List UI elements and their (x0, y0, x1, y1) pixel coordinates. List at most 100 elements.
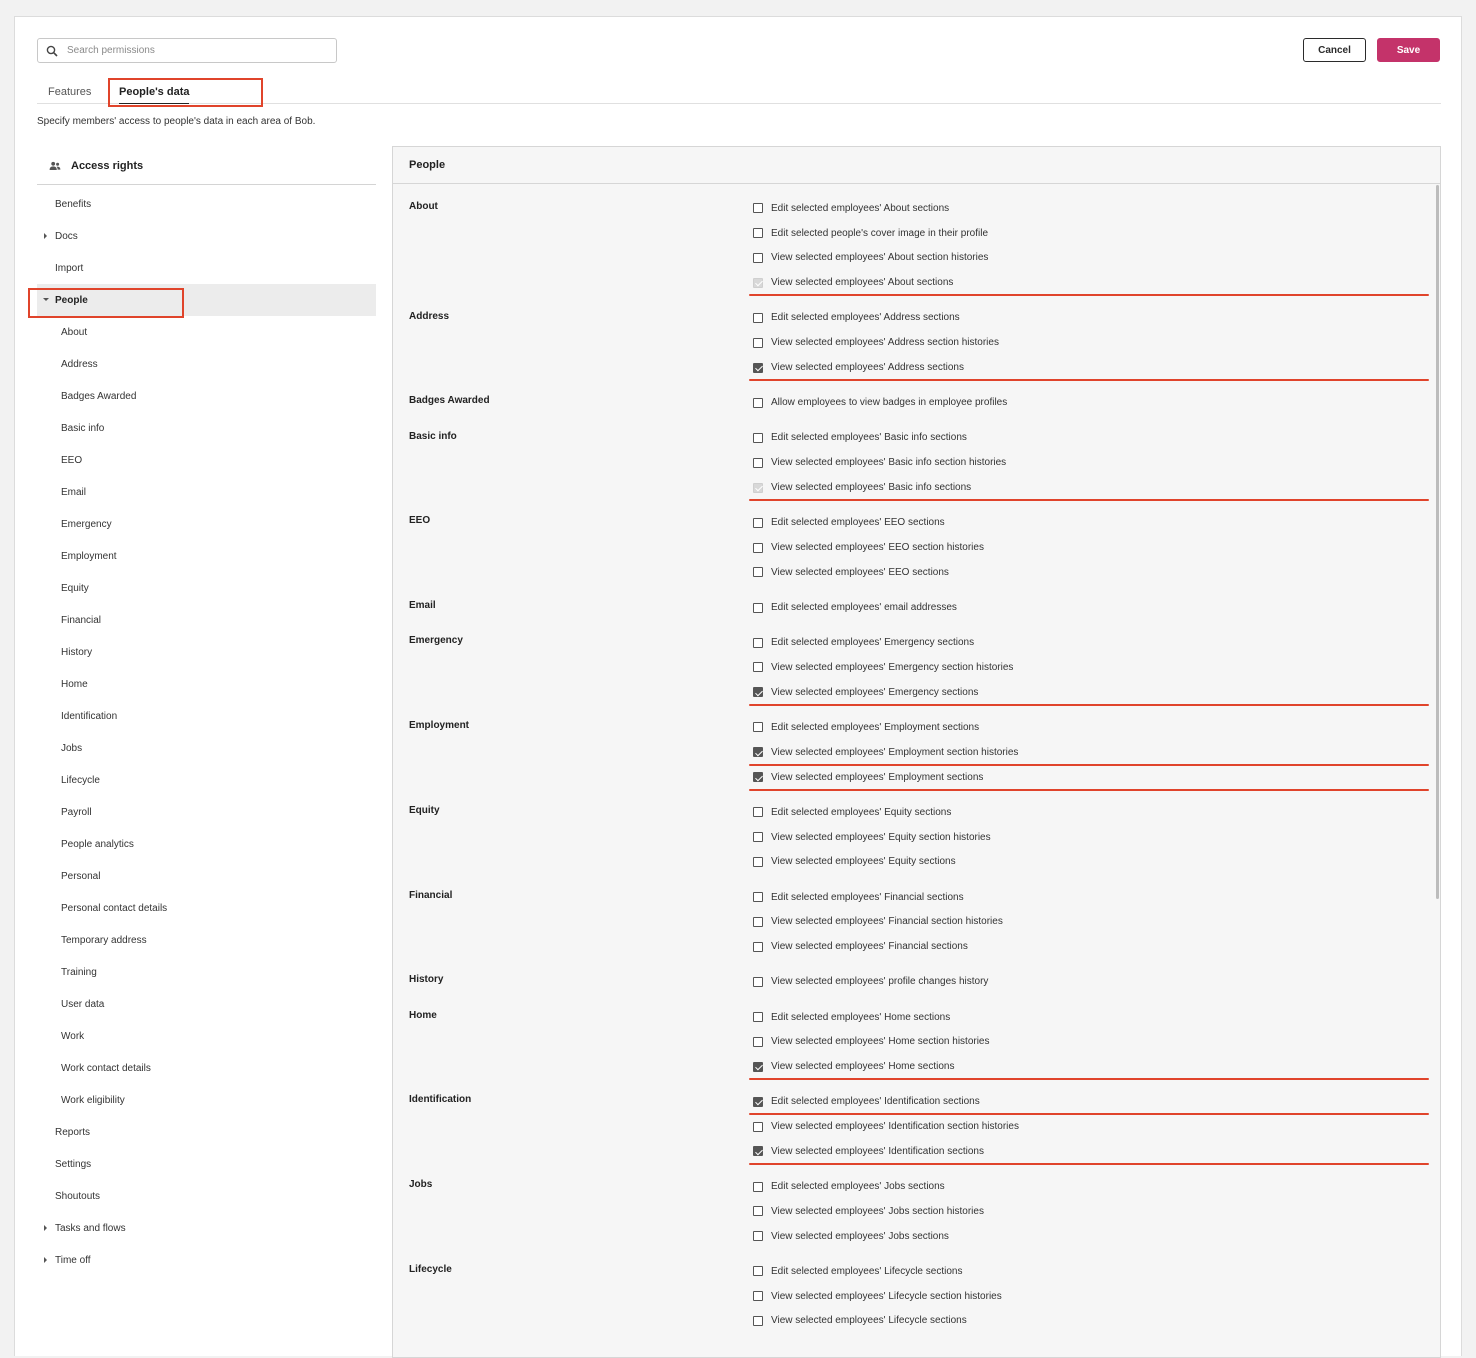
panel-scrollbar[interactable] (1436, 185, 1439, 899)
permission-option[interactable]: Edit selected employees' Financial secti… (753, 885, 1440, 910)
permission-checkbox[interactable] (753, 432, 763, 443)
permission-option[interactable]: View selected employees' Employment sect… (749, 765, 1440, 791)
permission-option[interactable]: Edit selected employees' Home sections (753, 1005, 1440, 1030)
permission-checkbox[interactable] (753, 1121, 763, 1132)
permission-option[interactable]: Edit selected employees' EEO sections (753, 510, 1440, 535)
permission-option[interactable]: View selected employees' Address section… (749, 355, 1440, 382)
permission-checkbox[interactable] (753, 856, 763, 867)
permission-option[interactable]: Edit selected employees' About sections (753, 196, 1440, 221)
permission-option[interactable]: View selected employees' Home section hi… (753, 1029, 1440, 1054)
permission-checkbox[interactable] (753, 1061, 763, 1072)
permission-checkbox[interactable] (753, 1315, 763, 1326)
sidebar-item-about[interactable]: About (37, 316, 376, 348)
permission-checkbox[interactable] (753, 1291, 763, 1302)
caret-right-icon[interactable] (44, 1225, 47, 1231)
sidebar-item-address[interactable]: Address (37, 348, 376, 380)
save-button[interactable]: Save (1377, 38, 1440, 62)
permission-checkbox[interactable] (753, 252, 763, 263)
sidebar-item-user-data[interactable]: User data (37, 988, 376, 1020)
permission-checkbox[interactable] (753, 976, 763, 987)
permission-option[interactable]: View selected employees' Identification … (749, 1139, 1440, 1165)
permission-checkbox[interactable] (753, 602, 763, 613)
permission-option[interactable]: View selected employees' Equity section … (753, 825, 1440, 850)
permission-checkbox[interactable] (753, 203, 763, 214)
sidebar-item-personal[interactable]: Personal (37, 860, 376, 892)
permission-option[interactable]: View selected employees' Lifecycle secti… (753, 1309, 1440, 1334)
permission-checkbox[interactable] (753, 1036, 763, 1047)
sidebar-item-equity[interactable]: Equity (37, 572, 376, 604)
permission-option[interactable]: View selected employees' Basic info sect… (749, 475, 1440, 502)
permission-option[interactable]: View selected employees' About sections (749, 270, 1440, 297)
permission-checkbox[interactable] (753, 567, 763, 578)
sidebar-item-work-eligibility[interactable]: Work eligibility (37, 1084, 376, 1116)
sidebar-item-history[interactable]: History (37, 636, 376, 668)
permission-option[interactable]: Edit selected employees' Employment sect… (753, 715, 1440, 740)
sidebar-item-jobs[interactable]: Jobs (37, 732, 376, 764)
sidebar-item-people-analytics[interactable]: People analytics (37, 828, 376, 860)
permission-checkbox[interactable] (753, 1231, 763, 1242)
permission-option[interactable]: Edit selected employees' Emergency secti… (753, 630, 1440, 655)
sidebar-item-import[interactable]: Import (37, 252, 376, 284)
permission-checkbox[interactable] (753, 687, 763, 698)
cancel-button[interactable]: Cancel (1303, 38, 1366, 62)
permission-option[interactable]: View selected employees' Financial secti… (753, 934, 1440, 959)
sidebar-item-work-contact-details[interactable]: Work contact details (37, 1052, 376, 1084)
permission-option[interactable]: View selected employees' EEO section his… (753, 535, 1440, 560)
permission-option[interactable]: Edit selected employees' Address section… (753, 306, 1440, 331)
sidebar-item-eeo[interactable]: EEO (37, 444, 376, 476)
sidebar-item-basic-info[interactable]: Basic info (37, 412, 376, 444)
sidebar-item-tasks-and-flows[interactable]: Tasks and flows (37, 1212, 376, 1244)
permission-option[interactable]: View selected employees' Lifecycle secti… (753, 1284, 1440, 1309)
sidebar-item-docs[interactable]: Docs (37, 220, 376, 252)
permission-option[interactable]: Edit selected employees' Lifecycle secti… (753, 1259, 1440, 1284)
permission-option[interactable]: View selected employees' Address section… (753, 330, 1440, 355)
caret-right-icon[interactable] (44, 1257, 47, 1263)
permission-checkbox[interactable] (753, 457, 763, 468)
permission-option[interactable]: View selected employees' Home sections (749, 1054, 1440, 1081)
permission-option[interactable]: Edit selected employees' email addresses (753, 595, 1440, 620)
permission-checkbox[interactable] (753, 832, 763, 843)
permission-checkbox[interactable] (753, 1206, 763, 1217)
permission-option[interactable]: Edit selected employees' Equity sections (753, 800, 1440, 825)
permission-option[interactable]: View selected employees' Equity sections (753, 849, 1440, 874)
permission-checkbox[interactable] (753, 517, 763, 528)
permission-checkbox[interactable] (753, 337, 763, 348)
permission-option[interactable]: Edit selected employees' Jobs sections (753, 1174, 1440, 1199)
permission-checkbox[interactable] (753, 941, 763, 952)
permission-checkbox[interactable] (753, 1266, 763, 1277)
sidebar-item-financial[interactable]: Financial (37, 604, 376, 636)
permission-option[interactable]: View selected employees' EEO sections (753, 560, 1440, 585)
permission-option[interactable]: View selected employees' Employment sect… (749, 740, 1440, 766)
permission-option[interactable]: Edit selected employees' Identification … (749, 1089, 1440, 1116)
sidebar-item-time-off[interactable]: Time off (37, 1244, 376, 1276)
permission-checkbox[interactable] (753, 637, 763, 648)
permission-option[interactable]: View selected employees' Basic info sect… (753, 450, 1440, 475)
permission-checkbox[interactable] (753, 772, 763, 783)
sidebar-item-employment[interactable]: Employment (37, 540, 376, 572)
permission-checkbox[interactable] (753, 397, 763, 408)
sidebar-item-home[interactable]: Home (37, 668, 376, 700)
sidebar-item-badges-awarded[interactable]: Badges Awarded (37, 380, 376, 412)
sidebar-item-training[interactable]: Training (37, 956, 376, 988)
sidebar-item-personal-contact-details[interactable]: Personal contact details (37, 892, 376, 924)
permission-option[interactable]: View selected employees' Emergency secti… (753, 655, 1440, 680)
permission-checkbox[interactable] (753, 807, 763, 818)
permission-checkbox[interactable] (753, 1096, 763, 1107)
permission-option[interactable]: View selected employees' About section h… (753, 246, 1440, 271)
sidebar-item-payroll[interactable]: Payroll (37, 796, 376, 828)
permission-checkbox[interactable] (753, 1146, 763, 1157)
sidebar-item-benefits[interactable]: Benefits (37, 188, 376, 220)
sidebar-item-reports[interactable]: Reports (37, 1116, 376, 1148)
permission-option[interactable]: Edit selected people's cover image in th… (753, 221, 1440, 246)
permission-checkbox[interactable] (753, 1181, 763, 1192)
permission-option[interactable]: View selected employees' Identification … (753, 1114, 1440, 1139)
sidebar-item-identification[interactable]: Identification (37, 700, 376, 732)
sidebar-item-shoutouts[interactable]: Shoutouts (37, 1180, 376, 1212)
permission-checkbox[interactable] (753, 892, 763, 903)
sidebar-item-email[interactable]: Email (37, 476, 376, 508)
sidebar-item-emergency[interactable]: Emergency (37, 508, 376, 540)
permission-checkbox[interactable] (753, 228, 763, 239)
sidebar-item-settings[interactable]: Settings (37, 1148, 376, 1180)
search-box[interactable] (37, 38, 337, 63)
permission-option[interactable]: View selected employees' Financial secti… (753, 909, 1440, 934)
